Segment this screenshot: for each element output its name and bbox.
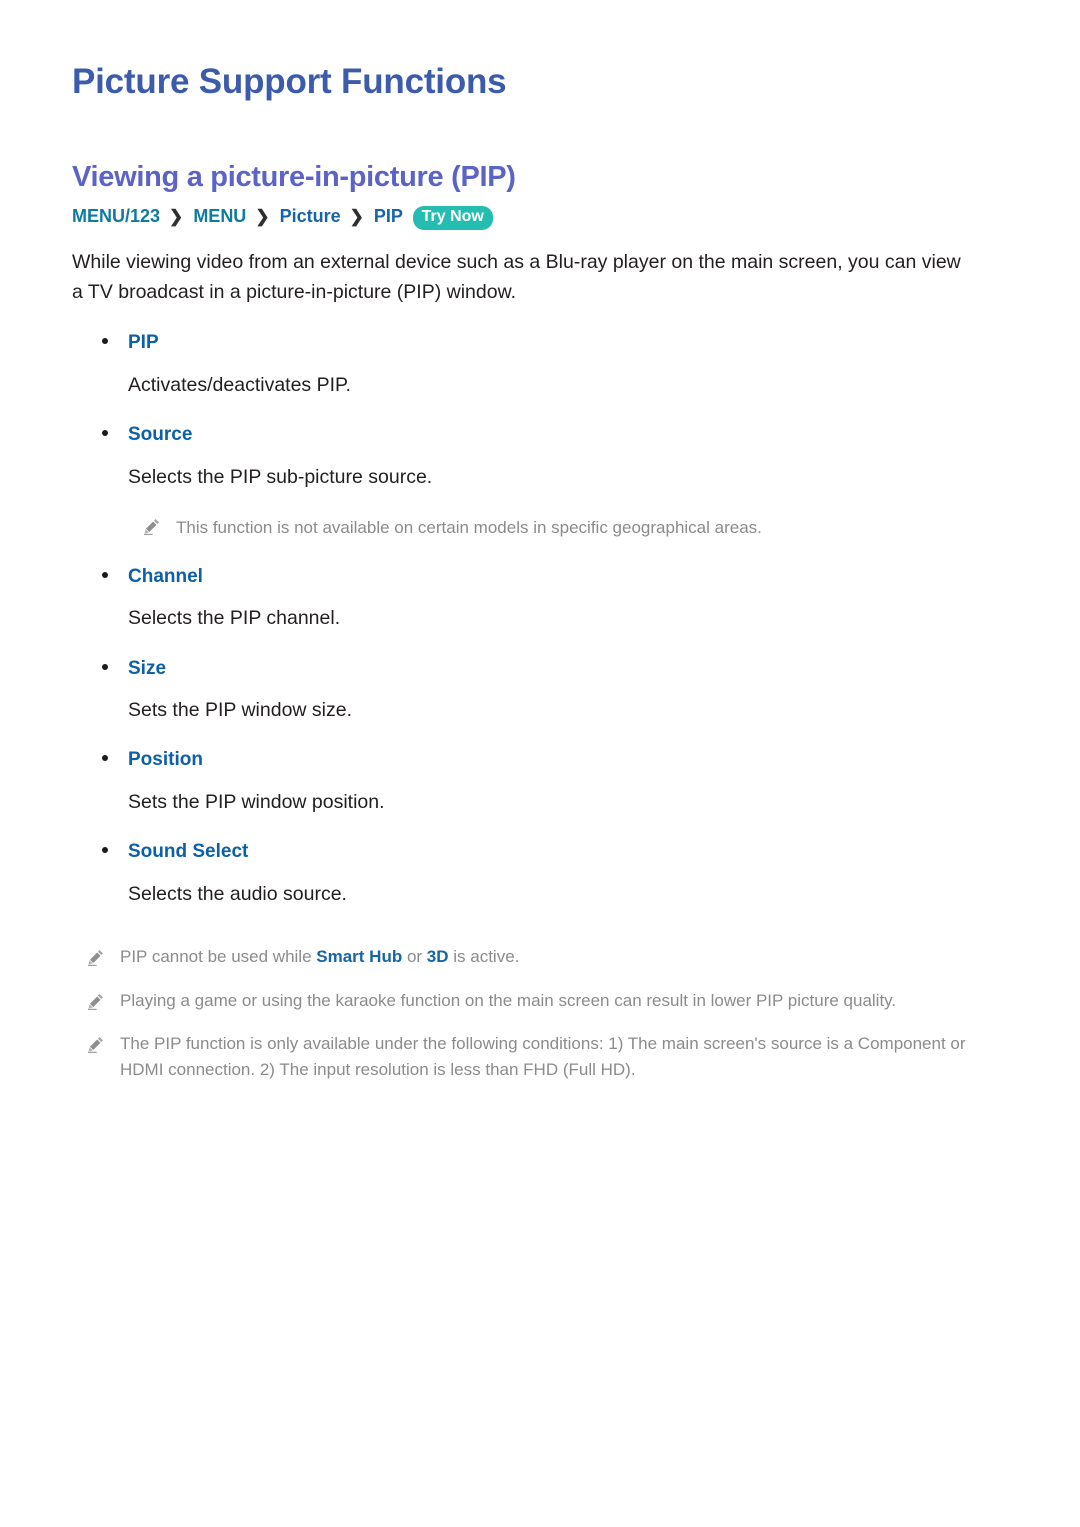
breadcrumb-item-pip[interactable]: PIP: [374, 206, 403, 226]
breadcrumb-item-menu[interactable]: MENU: [193, 206, 246, 226]
breadcrumb-item-menu123[interactable]: MENU/123: [72, 206, 160, 226]
option-label-sound-select: Sound Select: [72, 816, 1008, 865]
bullet-dot-icon: [102, 571, 108, 578]
option-label-text: Size: [128, 657, 167, 679]
option-label-channel: Channel: [72, 541, 1008, 590]
footnote: Playing a game or using the karaoke func…: [72, 970, 1008, 1014]
intro-paragraph: While viewing video from an external dev…: [72, 251, 961, 303]
bullet-dot-icon: [102, 663, 108, 670]
chevron-right-icon: ❯: [349, 207, 364, 227]
option-label-text: Sound Select: [128, 841, 249, 863]
option-description: Selects the PIP channel.: [128, 607, 341, 630]
option-description: Activates/deactivates PIP.: [128, 373, 351, 396]
breadcrumb: MENU/123 ❯ MENU ❯ Picture ❯ PIP Try Now: [72, 195, 1008, 231]
pencil-icon: [143, 519, 159, 536]
list-item: Size Sets the PIP window size.: [72, 633, 1008, 725]
list-item: Source Selects the PIP sub-picture sourc…: [72, 399, 1008, 540]
footnote: PIP cannot be used while Smart Hub or 3D…: [72, 926, 1008, 970]
bullet-dot-icon: [102, 755, 108, 762]
option-description: Sets the PIP window position.: [128, 791, 385, 814]
footnote: The PIP function is only available under…: [72, 1013, 1008, 1082]
list-item: Channel Selects the PIP channel.: [72, 541, 1008, 633]
try-now-badge[interactable]: Try Now: [412, 206, 493, 231]
option-label-text: PIP: [128, 332, 159, 354]
option-label-text: Position: [128, 749, 203, 771]
pencil-icon: [87, 950, 103, 967]
section-title: Viewing a picture-in-picture (PIP): [72, 161, 516, 194]
option-label-text: Channel: [128, 565, 203, 587]
pencil-icon: [87, 993, 103, 1010]
footnote-text: Playing a game or using the karaoke func…: [120, 990, 897, 1010]
footnote-emphasis: 3D: [426, 947, 449, 967]
footnotes: PIP cannot be used while Smart Hub or 3D…: [72, 908, 1008, 1082]
pip-options-list: PIP Activates/deactivates PIP. Source Se…: [72, 307, 1008, 908]
bullet-dot-icon: [102, 847, 108, 854]
footnote-text: PIP cannot be used while Smart Hub or 3D…: [120, 947, 520, 967]
option-description: Selects the audio source.: [128, 882, 347, 905]
option-note: This function is not available on certai…: [128, 491, 1008, 541]
page-title: Picture Support Functions: [72, 62, 507, 101]
option-description: Sets the PIP window size.: [128, 699, 353, 722]
footnote-text: The PIP function is only available under…: [120, 1034, 966, 1079]
option-note-text: This function is not available on certai…: [176, 518, 762, 538]
breadcrumb-item-picture[interactable]: Picture: [280, 206, 341, 226]
option-label-source: Source: [72, 399, 1008, 448]
list-item: Sound Select Selects the audio source.: [72, 816, 1008, 908]
document-page: Picture Support Functions Viewing a pict…: [0, 0, 1080, 1527]
option-label-size: Size: [72, 633, 1008, 682]
option-label-position: Position: [72, 724, 1008, 773]
pencil-icon: [87, 1037, 103, 1054]
bullet-dot-icon: [102, 430, 108, 437]
list-item: Position Sets the PIP window position.: [72, 724, 1008, 816]
option-label-pip: PIP: [72, 307, 1008, 356]
list-item: PIP Activates/deactivates PIP.: [72, 307, 1008, 399]
option-description: Selects the PIP sub-picture source.: [128, 465, 433, 488]
chevron-right-icon: ❯: [255, 207, 270, 227]
footnote-emphasis: Smart Hub: [316, 947, 403, 967]
chevron-right-icon: ❯: [169, 207, 184, 227]
option-label-text: Source: [128, 424, 193, 446]
bullet-dot-icon: [102, 338, 108, 345]
